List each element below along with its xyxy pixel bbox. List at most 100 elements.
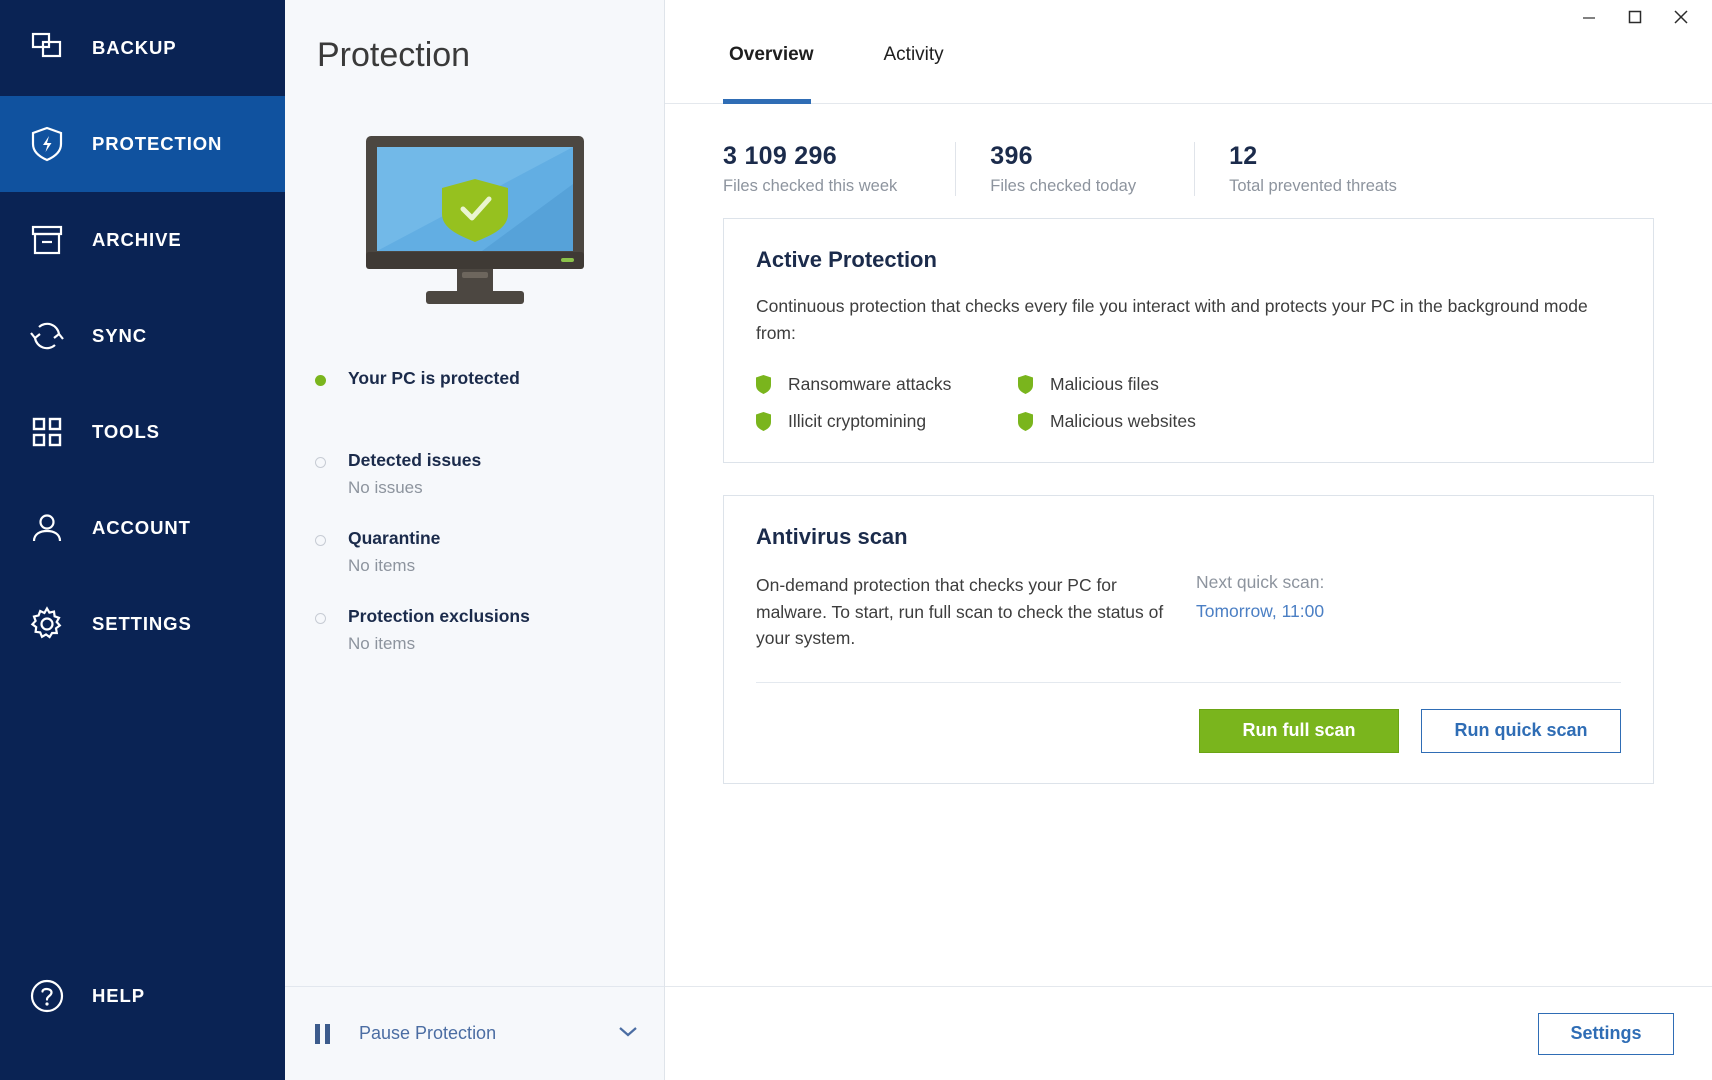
main-footer: Settings (665, 986, 1712, 1080)
statistics-bar: 3 109 296 Files checked this week 396 Fi… (665, 104, 1712, 196)
feature-item: Ransomware attacks (756, 374, 1018, 395)
active-protection-card: Active Protection Continuous protection … (723, 218, 1654, 464)
tab-label: Overview (729, 44, 814, 65)
pause-icon (315, 1023, 335, 1044)
feature-label: Malicious websites (1050, 411, 1196, 432)
next-quick-scan-label: Next quick scan: (1196, 572, 1325, 593)
sidebar-item-label: ACCOUNT (92, 517, 191, 538)
status-row-quarantine[interactable]: Quarantine No items (315, 528, 664, 576)
antivirus-scan-card: Antivirus scan On-demand protection that… (723, 495, 1654, 784)
status-subtitle: No items (348, 555, 416, 575)
feature-label: Malicious files (1050, 374, 1159, 395)
next-quick-scan-value[interactable]: Tomorrow, 11:00 (1196, 601, 1324, 622)
sidebar-item-backup[interactable]: BACKUP (0, 0, 285, 96)
sidebar-item-label: HELP (92, 985, 145, 1006)
card-description: On-demand protection that checks your PC… (756, 575, 1164, 649)
sidebar-nav: BACKUP PROTECTION ARCHIVE SYNC TOOLS ACC… (0, 0, 285, 672)
status-subtitle: No items (348, 633, 416, 653)
close-icon[interactable] (1658, 0, 1704, 34)
status-row-detected-issues[interactable]: Detected issues No issues (315, 450, 664, 498)
tab-overview[interactable]: Overview (723, 42, 820, 104)
feature-label: Ransomware attacks (788, 374, 952, 395)
tab-activity[interactable]: Activity (878, 42, 950, 103)
tab-label: Activity (883, 44, 944, 65)
next-quick-scan: Next quick scan: Tomorrow, 11:00 (1196, 572, 1324, 652)
run-full-scan-button[interactable]: Run full scan (1199, 708, 1399, 753)
shield-small-icon (1018, 412, 1033, 432)
stat-value: 12 (1229, 142, 1258, 170)
archive-box-icon (24, 223, 70, 257)
sidebar-item-label: BACKUP (92, 37, 177, 58)
sidebar-item-label: PROTECTION (92, 133, 223, 154)
pause-protection-label: Pause Protection (359, 1023, 497, 1043)
minimize-icon[interactable] (1566, 0, 1612, 34)
protection-status-list: Your PC is protected Detected issues No … (285, 334, 664, 684)
shield-small-icon (756, 412, 771, 432)
protected-pc-monitor (285, 119, 664, 334)
card-divider (756, 681, 1621, 683)
feature-item: Malicious files (1018, 374, 1621, 395)
antivirus-scan-body: On-demand protection that checks your PC… (756, 572, 1621, 652)
sidebar-item-tools[interactable]: TOOLS (0, 384, 285, 480)
copies-icon (24, 31, 70, 65)
sidebar-item-label: ARCHIVE (92, 229, 182, 250)
person-icon (24, 511, 70, 545)
status-row-protected[interactable]: Your PC is protected (315, 368, 664, 390)
sidebar-item-label: SYNC (92, 325, 147, 346)
status-dot-empty (315, 612, 326, 624)
sidebar-item-settings[interactable]: SETTINGS (0, 576, 285, 672)
status-dot-empty (315, 534, 326, 546)
window-titlebar (665, 0, 1712, 42)
monitor-illustration (365, 135, 584, 304)
gear-icon (24, 606, 70, 642)
stat-label: Files checked today (990, 177, 1137, 195)
status-dot-green (315, 375, 326, 386)
card-title: Antivirus scan (756, 524, 908, 550)
sidebar-item-archive[interactable]: ARCHIVE (0, 192, 285, 288)
stat-files-checked-today: 396 Files checked today (955, 142, 1168, 196)
stat-total-prevented-threats: 12 Total prevented threats (1194, 142, 1429, 196)
tab-bar: Overview Activity (665, 42, 1712, 104)
card-title: Active Protection (756, 247, 937, 272)
status-row-protection-exclusions[interactable]: Protection exclusions No items (315, 606, 664, 654)
sidebar-item-account[interactable]: ACCOUNT (0, 480, 285, 576)
stat-label: Files checked this week (723, 177, 898, 195)
shield-small-icon (1018, 375, 1033, 395)
shield-small-icon (756, 375, 771, 395)
sidebar-item-help[interactable]: HELP (0, 948, 285, 1044)
status-title: Protection exclusions (348, 605, 530, 626)
feature-item: Illicit cryptomining (756, 411, 1018, 432)
scan-actions: Run full scan Run quick scan (756, 708, 1621, 753)
status-title: Your PC is protected (348, 368, 520, 388)
maximize-icon[interactable] (1612, 0, 1658, 34)
stat-value: 3 109 296 (723, 142, 837, 170)
main-content: Overview Activity 3 109 296 Files checke… (665, 0, 1712, 1080)
status-subtitle: No issues (348, 477, 423, 497)
main-spacer (665, 784, 1712, 986)
question-circle-icon (24, 978, 70, 1014)
protection-detail-panel: Protection Your PC is protected Detected… (285, 0, 665, 1080)
grid-squares-icon (24, 416, 70, 448)
feature-label: Illicit cryptomining (788, 411, 927, 432)
application-window: BACKUP PROTECTION ARCHIVE SYNC TOOLS ACC… (0, 0, 1712, 1080)
status-dot-empty (315, 456, 326, 468)
stat-label: Total prevented threats (1229, 177, 1397, 195)
sidebar-item-label: SETTINGS (92, 613, 192, 634)
pause-protection-control[interactable]: Pause Protection (285, 986, 664, 1080)
sidebar: BACKUP PROTECTION ARCHIVE SYNC TOOLS ACC… (0, 0, 285, 1080)
sidebar-item-protection[interactable]: PROTECTION (0, 96, 285, 192)
run-quick-scan-button[interactable]: Run quick scan (1421, 708, 1621, 753)
sync-arrows-icon (24, 319, 70, 353)
settings-button[interactable]: Settings (1538, 1012, 1674, 1055)
status-title: Detected issues (348, 449, 482, 470)
card-description: Continuous protection that checks every … (756, 296, 1588, 343)
stat-value: 396 (990, 142, 1033, 170)
sidebar-item-sync[interactable]: SYNC (0, 288, 285, 384)
sidebar-item-label: TOOLS (92, 421, 160, 442)
status-title: Quarantine (348, 527, 441, 548)
shield-bolt-icon (24, 126, 70, 162)
chevron-down-icon[interactable] (618, 1025, 638, 1043)
active-protection-features: Ransomware attacks Malicious files Illic… (756, 374, 1621, 432)
page-title: Protection (317, 36, 471, 74)
